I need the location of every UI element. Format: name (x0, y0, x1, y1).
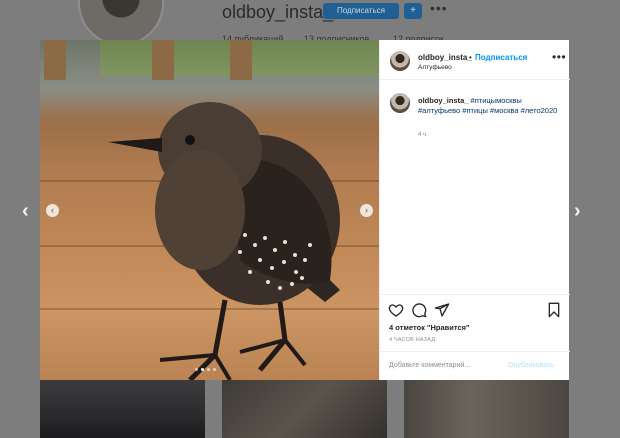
bookmark-icon[interactable] (546, 302, 562, 318)
caption-timestamp: 4 ч. (418, 132, 428, 138)
post-author-username[interactable]: oldboy_insta_ (418, 53, 472, 62)
carousel-dot-active (201, 368, 204, 371)
profile-suggest-button: + (404, 3, 422, 19)
starling-bird-illustration (108, 102, 340, 380)
grid-thumbnail (404, 380, 569, 438)
share-icon[interactable] (434, 302, 450, 318)
header-separator: • (469, 53, 472, 62)
post-actions-section: 4 отметок "Нравится" 4 ЧАСОВ НАЗАД Добав… (380, 294, 570, 380)
carousel-dot (195, 368, 198, 371)
caption-username[interactable]: oldboy_insta_ (418, 96, 468, 105)
post-caption: oldboy_insta_ #птицымосквы #алтуфьево #п… (418, 96, 558, 116)
post-time-ago: 4 ЧАСОВ НАЗАД (389, 337, 436, 343)
post-photo: ‹ › (40, 40, 379, 380)
profile-more-icon: ••• (430, 0, 448, 16)
photo-prev-chevron-left-icon[interactable]: ‹ (46, 204, 59, 217)
next-post-chevron-right-icon[interactable]: › (574, 200, 581, 223)
carousel-dot (207, 368, 210, 371)
grid-thumbnail (222, 380, 387, 438)
carousel-dot (213, 368, 216, 371)
publish-comment-button[interactable]: Опубликовать (508, 362, 554, 369)
profile-follow-button: Подписаться (323, 3, 399, 19)
post-header: oldboy_insta_ • Подписаться Алтуфьево ••… (380, 40, 570, 80)
comment-input[interactable]: Добавьте комментарий... (389, 362, 470, 369)
more-options-icon[interactable]: ••• (552, 50, 566, 64)
post-modal: ‹ › oldboy_insta_ • Подписаться Алтуфьев… (40, 40, 570, 380)
likes-count[interactable]: 4 отметок "Нравится" (389, 323, 470, 332)
post-location[interactable]: Алтуфьево (418, 64, 452, 71)
comment-icon[interactable] (411, 302, 427, 318)
follow-button[interactable]: Подписаться (475, 53, 527, 62)
photo-next-chevron-right-icon[interactable]: › (360, 204, 373, 217)
previous-post-chevron-left-icon[interactable]: ‹ (22, 200, 29, 223)
profile-username: oldboy_insta_ (222, 2, 334, 22)
comment-form: Добавьте комментарий... Опубликовать (380, 351, 570, 381)
heart-icon[interactable] (388, 302, 404, 318)
caption-author-avatar[interactable] (390, 93, 410, 113)
grid-thumbnail (40, 380, 205, 438)
carousel-indicator (195, 368, 216, 371)
post-author-avatar[interactable] (390, 51, 410, 71)
post-details-panel: oldboy_insta_ • Подписаться Алтуфьево ••… (379, 40, 570, 380)
